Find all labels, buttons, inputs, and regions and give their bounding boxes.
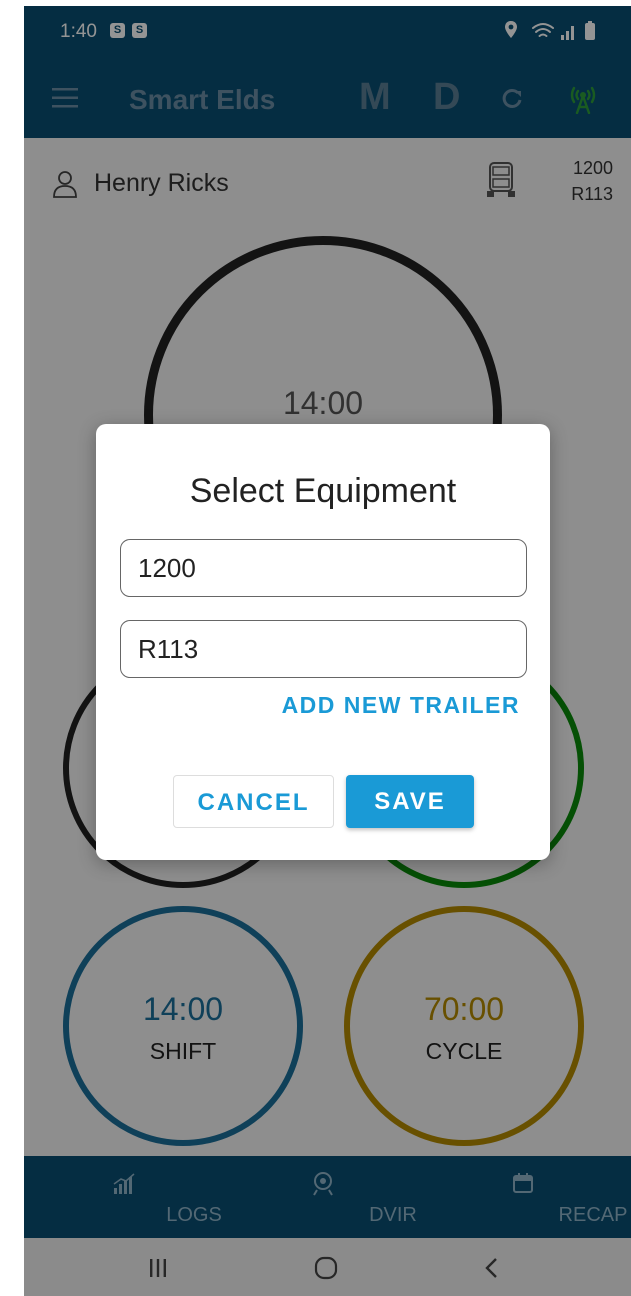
trailer-number-field[interactable]: R113: [120, 620, 527, 678]
add-new-trailer-button[interactable]: ADD NEW TRAILER: [282, 692, 520, 719]
truck-number-field[interactable]: 1200: [120, 539, 527, 597]
save-button[interactable]: SAVE: [346, 775, 474, 828]
cancel-button[interactable]: CANCEL: [173, 775, 334, 828]
select-equipment-dialog: Select Equipment 1200 R113 ADD NEW TRAIL…: [96, 424, 550, 860]
dialog-title: Select Equipment: [189, 472, 457, 510]
phone-screen: 1:40 S S Smart Elds M D Henry Ricks 1200…: [24, 6, 631, 1296]
